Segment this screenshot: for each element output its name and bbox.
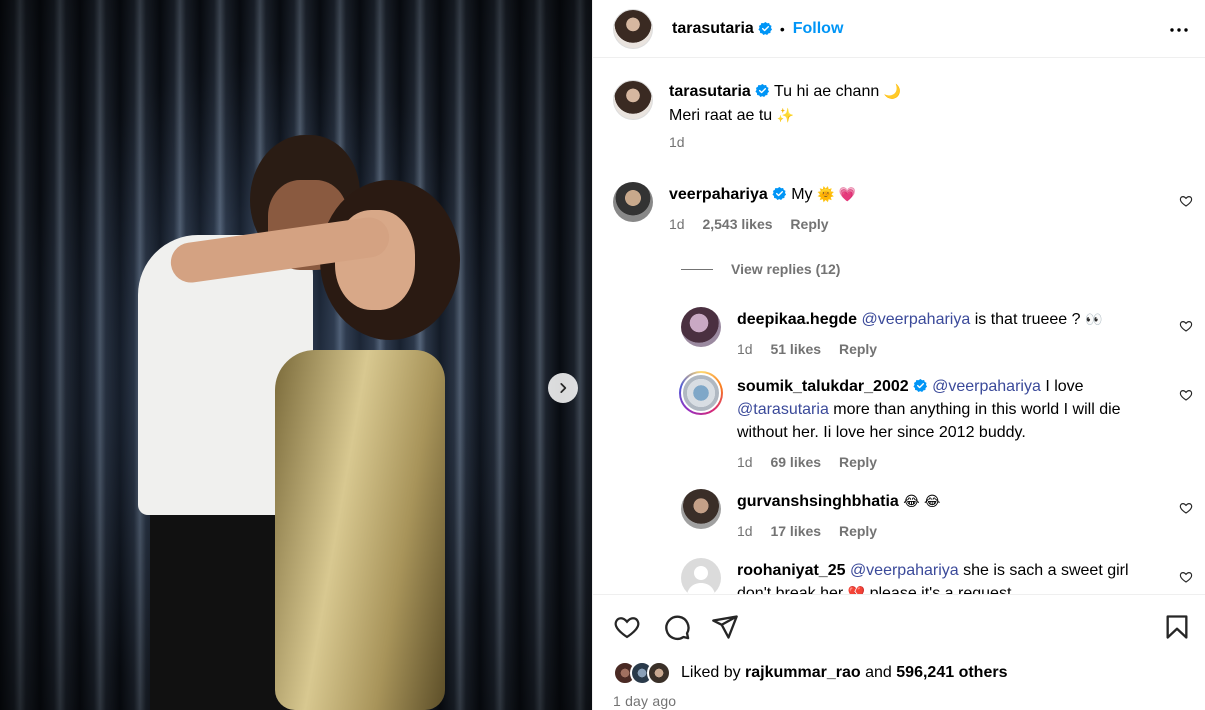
- comment-emoji: 🌞 💗: [816, 187, 857, 203]
- comment-likes[interactable]: 2,543 likes: [702, 216, 772, 232]
- story-ring[interactable]: [679, 371, 723, 415]
- bookmark-icon[interactable]: [1163, 613, 1191, 641]
- verified-badge-icon: [758, 21, 772, 35]
- mention-link[interactable]: @veerpahariya: [850, 562, 959, 579]
- liked-by-others[interactable]: 596,241 others: [896, 664, 1007, 682]
- post-actions: Liked by rajkummar_rao and 596,241 other…: [593, 594, 1205, 710]
- heart-icon[interactable]: [1179, 319, 1193, 333]
- reply-button[interactable]: Reply: [839, 454, 877, 470]
- post-media[interactable]: [0, 0, 592, 710]
- avatar[interactable]: [681, 489, 721, 529]
- caption-text: Meri raat ae tu: [669, 107, 773, 124]
- heart-icon[interactable]: [1179, 570, 1193, 584]
- avatar[interactable]: [681, 307, 721, 347]
- mention-link[interactable]: @veerpahariya: [862, 311, 971, 328]
- view-replies-button[interactable]: View replies (12): [681, 261, 840, 277]
- liked-by-user[interactable]: rajkummar_rao: [745, 664, 861, 682]
- follow-button[interactable]: Follow: [793, 20, 844, 38]
- liker-avatars: [613, 661, 671, 685]
- caption-username[interactable]: tarasutaria: [669, 83, 751, 100]
- reply-age: 1d: [737, 454, 753, 470]
- reply-likes[interactable]: 69 likes: [770, 454, 821, 470]
- reply-item: soumik_talukdar_2002 @veerpahariya I lov…: [679, 371, 1205, 481]
- avatar: [647, 661, 671, 685]
- comments-list[interactable]: tarasutaria Tu hi ae chann 🌙 Meri raat a…: [593, 58, 1205, 594]
- comment-item: veerpahariya My 🌞 💗 1d 2,543 likes Reply: [613, 182, 1205, 242]
- reply-username[interactable]: roohaniyat_25: [737, 562, 845, 579]
- avatar[interactable]: [613, 8, 653, 49]
- verified-badge-icon: [772, 186, 786, 200]
- verified-badge-icon: [755, 83, 769, 97]
- reply-username[interactable]: soumik_talukdar_2002: [737, 378, 909, 395]
- mention-link[interactable]: @tarasutaria: [737, 401, 829, 418]
- avatar[interactable]: [681, 558, 721, 594]
- reply-text: please it's a request: [869, 585, 1012, 594]
- heart-icon[interactable]: [1179, 501, 1193, 515]
- heart-icon[interactable]: [1179, 194, 1193, 208]
- default-avatar-icon: [687, 566, 715, 594]
- sparkles-emoji: ✨: [776, 108, 795, 124]
- reply-username[interactable]: gurvanshsinghbhatia: [737, 493, 899, 510]
- avatar[interactable]: [613, 80, 653, 120]
- post-header: tarasutaria • Follow: [593, 0, 1205, 58]
- reply-button[interactable]: Reply: [839, 341, 877, 357]
- liked-by-and: and: [865, 664, 892, 681]
- reply-age: 1d: [737, 341, 753, 357]
- post-time-ago: 1 day ago: [613, 693, 677, 709]
- reply-likes[interactable]: 17 likes: [770, 523, 821, 539]
- caption: tarasutaria Tu hi ae chann 🌙 Meri raat a…: [613, 80, 1205, 160]
- caption-age: 1d: [669, 134, 685, 150]
- separator-dot: •: [779, 20, 785, 37]
- avatar: [681, 373, 721, 413]
- reply-likes[interactable]: 51 likes: [770, 341, 821, 357]
- comment-text: My: [791, 186, 813, 203]
- heart-icon[interactable]: [613, 613, 641, 641]
- replies-divider: [681, 268, 713, 270]
- reply-button[interactable]: Reply: [790, 216, 828, 232]
- laughing-emoji: 😂 😂: [903, 494, 941, 510]
- view-replies-label: View replies (12): [731, 261, 841, 277]
- comment-username[interactable]: veerpahariya: [669, 186, 768, 203]
- mention-link[interactable]: @veerpahariya: [932, 378, 1041, 395]
- post-side-panel: tarasutaria • Follow tarasutaria Tu hi a…: [592, 0, 1205, 710]
- reply-item: gurvanshsinghbhatia 😂 😂 1d 17 likes Repl…: [681, 489, 1205, 549]
- liked-by-summary[interactable]: Liked by rajkummar_rao and 596,241 other…: [613, 661, 1007, 685]
- reply-text: is that trueee ?: [974, 311, 1081, 328]
- heart-icon[interactable]: [1179, 388, 1193, 402]
- verified-badge-icon: [913, 378, 927, 392]
- chevron-right-icon: [560, 383, 567, 393]
- reply-username[interactable]: deepikaa.hegde: [737, 311, 857, 328]
- comment-icon[interactable]: [663, 613, 691, 641]
- share-icon[interactable]: [711, 613, 739, 641]
- reply-item: roohaniyat_25 @veerpahariya she is sach …: [681, 558, 1205, 594]
- reply-item: deepikaa.hegde @veerpahariya is that tru…: [681, 307, 1205, 367]
- author-username[interactable]: tarasutaria: [672, 20, 754, 38]
- photo-figure: [275, 350, 445, 710]
- caption-text: Tu hi ae chann: [773, 83, 880, 100]
- reply-text: I love: [1045, 378, 1084, 395]
- avatar[interactable]: [613, 182, 653, 222]
- next-image-button[interactable]: [548, 373, 578, 403]
- eyes-emoji: 👀: [1085, 312, 1103, 328]
- comment-age: 1d: [669, 216, 685, 232]
- reply-button[interactable]: Reply: [839, 523, 877, 539]
- more-icon[interactable]: [1167, 18, 1191, 42]
- reply-age: 1d: [737, 523, 753, 539]
- broken-heart-emoji: 💔: [847, 586, 866, 594]
- moon-emoji: 🌙: [883, 84, 902, 100]
- liked-by-prefix: Liked by: [681, 664, 741, 681]
